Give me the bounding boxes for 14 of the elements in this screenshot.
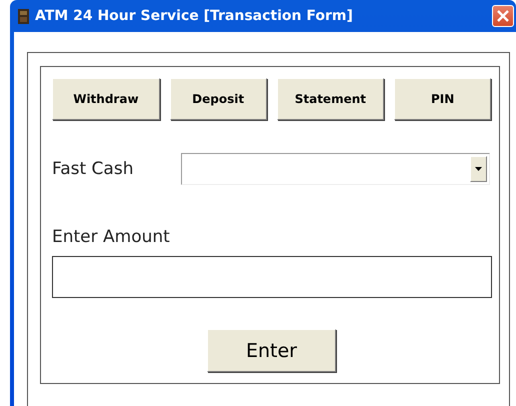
close-icon: [497, 10, 509, 22]
close-button[interactable]: [492, 5, 514, 27]
window-title: ATM 24 Hour Service [Transaction Form]: [35, 8, 354, 24]
action-button[interactable]: Statement: [276, 78, 384, 120]
enter-button[interactable]: Enter: [207, 329, 336, 372]
action-button[interactable]: Withdraw: [52, 78, 160, 120]
app-icon: [18, 8, 29, 24]
caret-icon: [475, 167, 482, 171]
amount-input-field[interactable]: [52, 256, 492, 298]
dropdown-button[interactable]: [470, 156, 487, 182]
field-label: Enter Amount: [52, 227, 171, 247]
action-button[interactable]: Deposit: [170, 78, 266, 120]
action-button[interactable]: PIN: [394, 78, 491, 120]
field-label: Fast Cash: [52, 159, 134, 179]
